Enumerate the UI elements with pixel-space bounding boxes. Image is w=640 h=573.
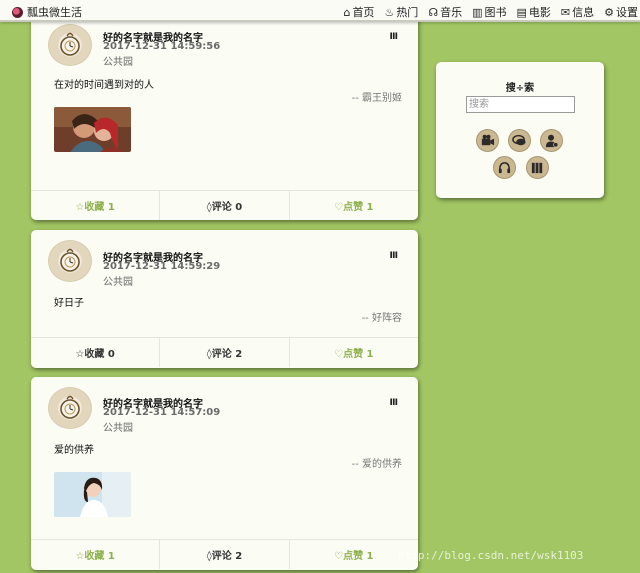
post-time: 2017-12-31 14:59:29 [103, 261, 221, 272]
post-card: 好的名字就是我的名字 2017-12-31 14:59:29 公共园 Ⅲ 好日子… [31, 230, 418, 368]
nav-home[interactable]: ⌂ 首页 [343, 4, 374, 20]
nav-messages-label: 信息 [572, 6, 595, 19]
comment-button[interactable]: ◊评论 0 [159, 191, 288, 220]
post-menu-icon[interactable]: Ⅲ [389, 398, 398, 408]
post-text: 在对的时间遇到对的人 [54, 80, 154, 91]
nav-hot-label: 热门 [396, 6, 419, 19]
collect-button[interactable]: ☆收藏 0 [31, 338, 159, 367]
avatar[interactable] [48, 240, 92, 282]
post-photo[interactable] [54, 472, 131, 517]
book-icon: ▥ [472, 5, 483, 19]
home-icon: ⌂ [343, 5, 351, 19]
nav-movies[interactable]: ▤ 电影 [517, 4, 551, 20]
nav-music[interactable]: ☊ 音乐 [428, 4, 462, 20]
portrait-photo-image [54, 472, 131, 517]
mail-icon: ✉ [560, 5, 571, 19]
post-text: 爱的供养 [54, 445, 94, 456]
post-photo[interactable] [54, 107, 131, 152]
pocket-watch-icon [60, 395, 80, 419]
nav-music-label: 音乐 [440, 6, 463, 19]
nav-hot[interactable]: ♨ 热门 [384, 4, 418, 20]
search-panel-title: 搜÷索 [505, 83, 535, 94]
books-icon[interactable] [526, 156, 549, 179]
post-location: 公共园 [103, 277, 133, 288]
nav-menu: ⌂ 首页 ♨ 热门 ☊ 音乐 ▥ 图书 ▤ 电影 ✉ 信息 ⚙ 设置 [343, 4, 640, 20]
chat-icon[interactable] [508, 129, 531, 152]
post-time: 2017-12-31 14:59:56 [103, 41, 221, 52]
avatar[interactable] [48, 24, 92, 66]
ladybug-logo-icon [12, 6, 23, 18]
nav-books[interactable]: ▥ 图书 [472, 4, 506, 20]
camera-icon[interactable] [476, 129, 499, 152]
search-input[interactable] [466, 96, 575, 113]
post-card: 好的名字就是我的名字 2017-12-31 14:59:56 公共园 Ⅲ 在对的… [31, 12, 418, 220]
post-menu-icon[interactable]: Ⅲ [389, 251, 398, 261]
brand-name: 瓢虫微生活 [27, 6, 82, 19]
comment-button[interactable]: ◊评论 2 [159, 338, 288, 367]
collect-button[interactable]: ☆收藏 1 [31, 540, 159, 569]
post-signature: -- 好阵容 [361, 313, 402, 324]
post-menu-icon[interactable]: Ⅲ [389, 32, 398, 42]
brand[interactable]: 瓢虫微生活 [12, 4, 82, 20]
pocket-watch-icon [60, 32, 80, 56]
pocket-watch-icon [60, 248, 80, 272]
nav-settings-label: 设置 [616, 6, 638, 19]
like-button[interactable]: ♡点赞 1 [288, 338, 418, 367]
search-panel: 搜÷索 [436, 62, 604, 198]
post-location: 公共园 [103, 423, 133, 434]
post-actions: ☆收藏 1 ◊评论 0 ♡点赞 1 [31, 190, 418, 220]
headphones-icon: ☊ [428, 5, 439, 19]
couple-painting-image [54, 107, 131, 152]
top-navbar: 瓢虫微生活 ⌂ 首页 ♨ 热门 ☊ 音乐 ▥ 图书 ▤ 电影 ✉ 信息 ⚙ 设置 [0, 0, 640, 22]
collect-button[interactable]: ☆收藏 1 [31, 191, 159, 220]
post-actions: ☆收藏 1 ◊评论 2 ♡点赞 1 [31, 539, 418, 569]
avatar[interactable] [48, 387, 92, 429]
film-icon: ▤ [516, 5, 527, 19]
fire-icon: ♨ [384, 5, 395, 19]
post-time: 2017-12-31 14:57:09 [103, 407, 221, 418]
post-text: 好日子 [54, 298, 84, 309]
headphones-icon[interactable] [493, 156, 516, 179]
post-signature: -- 霸王别姬 [351, 93, 402, 104]
like-button[interactable]: ♡点赞 1 [288, 191, 418, 220]
comment-button[interactable]: ◊评论 2 [159, 540, 288, 569]
nav-books-label: 图书 [484, 6, 507, 19]
post-location: 公共园 [103, 57, 133, 68]
user-icon[interactable] [540, 129, 563, 152]
gear-icon: ⚙ [604, 5, 614, 19]
nav-messages[interactable]: ✉ 信息 [561, 4, 594, 20]
post-actions: ☆收藏 0 ◊评论 2 ♡点赞 1 [31, 337, 418, 367]
nav-home-label: 首页 [352, 6, 375, 19]
post-signature: -- 爱的供养 [351, 459, 402, 470]
nav-movies-label: 电影 [528, 6, 551, 19]
nav-settings[interactable]: ⚙ 设置 [604, 4, 638, 20]
watermark: http://blog.csdn.net/wsk1103 [398, 549, 584, 562]
post-card: 好的名字就是我的名字 2017-12-31 14:57:09 公共园 Ⅲ 爱的供… [31, 377, 418, 570]
